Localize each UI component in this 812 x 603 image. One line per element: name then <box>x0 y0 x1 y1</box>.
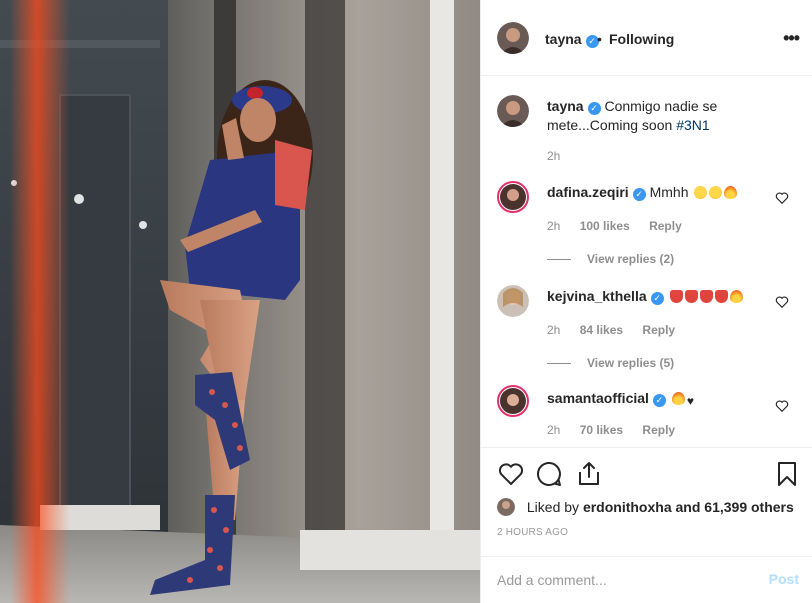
more-options-icon[interactable]: ••• <box>783 28 800 49</box>
star-struck-emoji-icon <box>709 186 723 199</box>
avatar[interactable] <box>497 22 529 54</box>
comment-likes[interactable]: 84 likes <box>580 323 623 337</box>
comment-like-heart-icon[interactable] <box>775 399 789 413</box>
comment-time[interactable]: 2h <box>547 219 560 233</box>
comments-list[interactable]: tayna ✓ Conmigo nadie se mete...Coming so… <box>481 77 812 447</box>
fire-emoji-icon <box>724 186 738 199</box>
tongue-emoji-icon <box>699 290 713 303</box>
reply-button[interactable]: Reply <box>642 323 675 337</box>
caption-time[interactable]: 2h <box>547 149 560 163</box>
liked-by-username[interactable]: erdonithoxha <box>583 499 672 515</box>
star-struck-emoji-icon <box>694 186 708 199</box>
comment-time[interactable]: 2h <box>547 423 560 437</box>
liked-by-text: Liked by erdonithoxha and 61,399 others <box>497 498 794 516</box>
comment-icon[interactable] <box>535 460 563 488</box>
comment-likes[interactable]: 70 likes <box>580 423 623 437</box>
post-header: tayna ✓ • Following ••• <box>481 0 812 76</box>
comment-meta: 2h 70 likes Reply <box>547 423 691 437</box>
verified-icon: ✓ <box>652 394 666 407</box>
post-actions: Liked by erdonithoxha and 61,399 others … <box>481 447 812 555</box>
post-timestamp[interactable]: 2 HOURS AGO <box>497 527 568 538</box>
comment-meta: 2h 84 likes Reply <box>547 323 691 337</box>
caption-text: tayna ✓ Conmigo nadie se mete...Coming so… <box>547 97 777 135</box>
comment-text: samantaofficial ✓ ♥ <box>547 389 777 411</box>
comment-time[interactable]: 2h <box>547 323 560 337</box>
verified-icon: ✓ <box>587 102 601 115</box>
reply-button[interactable]: Reply <box>649 219 682 233</box>
comment-username[interactable]: dafina.zeqiri <box>547 184 629 200</box>
view-replies-button[interactable]: View replies (5) <box>547 356 674 370</box>
comment-like-heart-icon[interactable] <box>775 191 789 205</box>
fire-emoji-icon <box>671 392 685 405</box>
avatar[interactable] <box>497 181 529 213</box>
post-photo[interactable] <box>0 0 480 603</box>
avatar[interactable] <box>497 498 515 516</box>
caption-username[interactable]: tayna <box>547 98 584 114</box>
caption-meta: 2h <box>547 149 576 163</box>
comment-text: kejvina_kthella ✓ <box>547 287 777 306</box>
tongue-emoji-icon <box>669 290 683 303</box>
header-username[interactable]: tayna ✓ <box>545 31 599 48</box>
post-side-panel: tayna ✓ • Following ••• tayna ✓ Conmigo na… <box>480 0 812 603</box>
separator-dot: • <box>597 31 602 47</box>
tongue-emoji-icon <box>714 290 728 303</box>
reply-button[interactable]: Reply <box>642 423 675 437</box>
comment-text: dafina.zeqiri ✓ Mmhh <box>547 183 777 202</box>
avatar[interactable] <box>497 95 529 127</box>
tongue-emoji-icon <box>684 290 698 303</box>
comment-like-heart-icon[interactable] <box>775 295 789 309</box>
following-button[interactable]: Following <box>609 31 674 47</box>
avatar[interactable] <box>497 285 529 317</box>
comment-username[interactable]: kejvina_kthella <box>547 288 647 304</box>
heart-icon[interactable] <box>497 460 525 488</box>
share-icon[interactable] <box>575 460 603 488</box>
fire-emoji-icon <box>729 290 743 303</box>
liked-by-count[interactable]: and 61,399 others <box>676 499 794 515</box>
post-button[interactable]: Post <box>769 571 799 587</box>
black-heart-emoji-icon: ♥ <box>686 394 694 408</box>
comment-meta: 2h 100 likes Reply <box>547 219 698 233</box>
comment-input[interactable] <box>497 569 747 591</box>
post-photo-illustration <box>0 0 480 603</box>
verified-icon: ✓ <box>650 292 664 305</box>
avatar[interactable] <box>497 385 529 417</box>
hashtag-link[interactable]: #3N1 <box>676 117 709 133</box>
comment-likes[interactable]: 100 likes <box>580 219 630 233</box>
view-replies-button[interactable]: View replies (2) <box>547 252 674 266</box>
verified-icon: ✓ <box>632 188 646 201</box>
bookmark-icon[interactable] <box>773 460 801 488</box>
comment-body: Mmhh <box>649 184 689 200</box>
comment-username[interactable]: samantaofficial <box>547 390 649 406</box>
liked-by-prefix: Liked by <box>526 499 580 515</box>
add-comment-bar: Post <box>481 556 812 603</box>
